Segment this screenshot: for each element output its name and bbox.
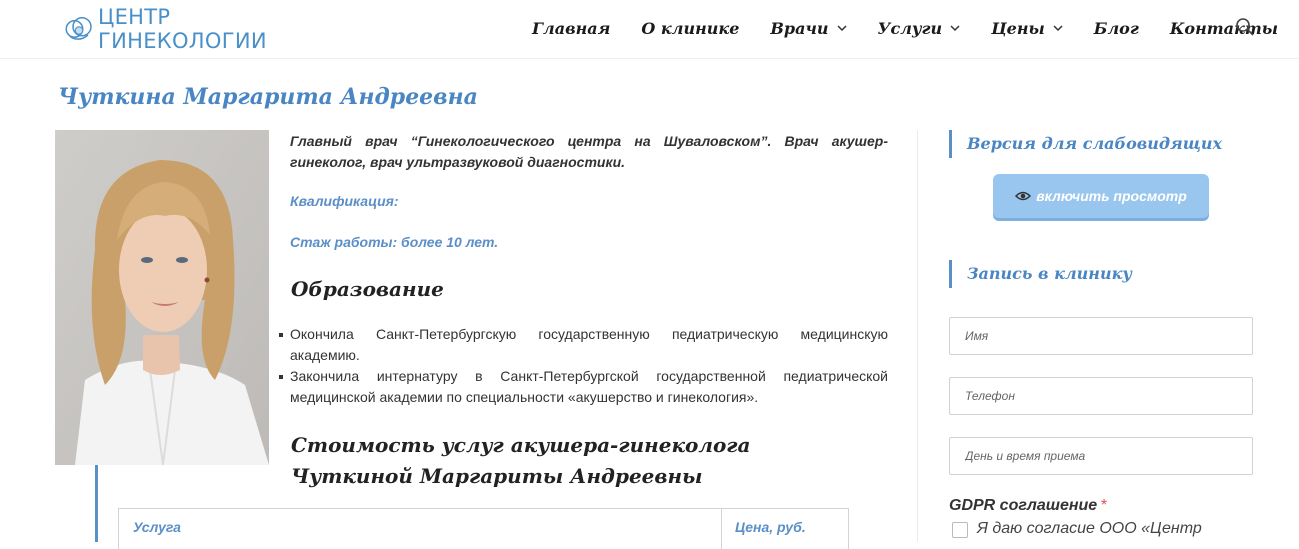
sidebar-divider <box>917 130 918 542</box>
nav-item-label: Цены <box>991 18 1045 38</box>
page-title: Чуткина Маргарита Андреевна <box>58 84 478 110</box>
nav-item-doctors[interactable]: Врачи <box>770 18 847 38</box>
nav-item-label: Главная <box>532 18 611 38</box>
nav-item-prices[interactable]: Цены <box>991 19 1063 38</box>
phone-field[interactable] <box>949 377 1253 415</box>
work-experience: Стаж работы: более 10 лет. <box>290 234 499 250</box>
nav-item-label: Блог <box>1093 18 1139 38</box>
nav-item-about[interactable]: О клинике <box>641 19 739 38</box>
nav-item-label: Контакты <box>1169 18 1279 38</box>
accessibility-toggle-label: включить просмотр <box>1036 188 1187 204</box>
appointment-datetime-field[interactable] <box>949 437 1253 475</box>
accessibility-toggle-button[interactable]: включить просмотр <box>993 174 1209 218</box>
doctor-intro: Главный врач “Гинекологического центра н… <box>290 133 888 170</box>
required-marker: * <box>1100 497 1107 514</box>
nav-item-services[interactable]: Услуги <box>878 19 961 38</box>
table-header-service: Услуга <box>133 519 181 535</box>
chevron-down-icon <box>1053 25 1063 32</box>
doctor-photo <box>55 130 269 465</box>
name-field[interactable] <box>949 317 1253 355</box>
nav-item-label: Услуги <box>877 18 943 38</box>
content-accent-line <box>95 465 98 542</box>
site-header: ЦЕНТР ГИНЕКОЛОГИИ Главная О клинике Врач… <box>0 0 1299 59</box>
doctor-portrait-image <box>55 130 269 465</box>
education-heading: Образование <box>291 277 444 301</box>
chevron-down-icon <box>837 25 847 32</box>
gdpr-consent-checkbox[interactable] <box>952 522 968 538</box>
gdpr-consent-text: Я даю согласие ООО «Центр <box>977 520 1202 537</box>
chevron-down-icon <box>950 25 960 32</box>
nav-item-home[interactable]: Главная <box>532 19 610 38</box>
list-item: Закончила интернатуру в Санкт-Петербургс… <box>279 366 888 408</box>
eye-icon <box>1015 191 1032 201</box>
booking-heading: Запись в клинику <box>949 260 1132 288</box>
table-header-price: Цена, руб. <box>735 519 806 535</box>
qualification-label: Квалификация: <box>290 193 399 209</box>
nav-item-contacts[interactable]: Контакты <box>1170 19 1278 38</box>
logo-mark-icon <box>65 17 92 40</box>
gdpr-label-text: GDPR соглашение <box>949 497 1098 514</box>
list-item: Окончила Санкт-Петербургскую государстве… <box>279 324 888 366</box>
search-icon[interactable] <box>1235 17 1255 37</box>
nav-item-label: Врачи <box>770 18 829 38</box>
nav-item-blog[interactable]: Блог <box>1094 19 1139 38</box>
site-logo[interactable]: ЦЕНТР ГИНЕКОЛОГИИ <box>64 5 284 53</box>
nav-item-label: О клинике <box>641 18 740 38</box>
table-divider <box>721 509 722 549</box>
accessibility-heading: Версия для слабовидящих <box>949 130 1222 158</box>
price-heading: Стоимость услуг акушера-гинеколога Чутки… <box>291 433 751 488</box>
gdpr-label: GDPR соглашение * <box>949 497 1106 515</box>
logo-text: ЦЕНТР ГИНЕКОЛОГИИ <box>97 5 267 53</box>
main-nav: Главная О клинике Врачи Услуги Цены Блог… <box>532 16 1299 40</box>
price-table: Услуга Цена, руб. <box>118 508 849 549</box>
education-list: Окончила Санкт-Петербургскую государстве… <box>279 324 888 408</box>
